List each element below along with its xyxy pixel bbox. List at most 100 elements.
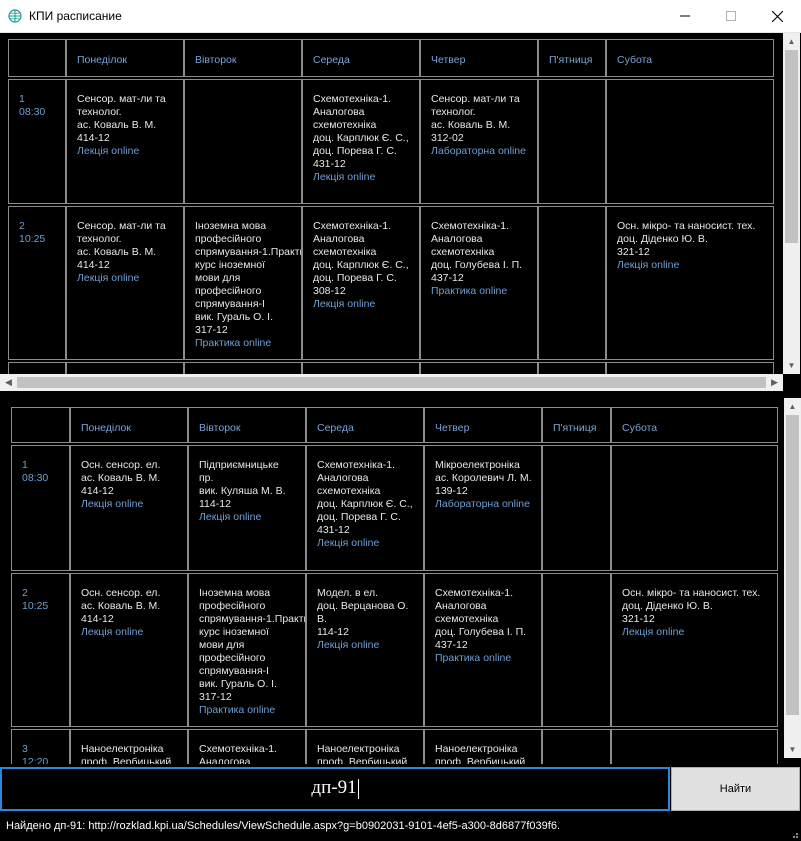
- schedule-cell[interactable]: Мікроелектроніка ас. Королевич Л. М. 139…: [424, 445, 542, 571]
- schedule-cell[interactable]: [538, 206, 606, 360]
- scrollbar-thumb[interactable]: [785, 50, 798, 243]
- corner-header-cell: [8, 39, 66, 77]
- schedule-cell[interactable]: Іноземна мова професійного спрямування-1…: [184, 206, 302, 360]
- lesson-type-link[interactable]: Лекція online: [313, 298, 375, 310]
- schedule-cell[interactable]: Схем: [184, 362, 302, 374]
- lesson-type-link[interactable]: Лекція online: [617, 259, 679, 271]
- schedule-cell[interactable]: [538, 362, 606, 374]
- schedule-cell[interactable]: Схемотехніка-1. Аналогова: [188, 729, 306, 764]
- schedule-cell[interactable]: [611, 729, 778, 764]
- schedule-cell[interactable]: [542, 729, 611, 764]
- lesson-text: Осн. мікро- та наносист. тех. доц. Діден…: [622, 587, 761, 625]
- day-header-cell: Четвер: [424, 407, 542, 443]
- maximize-button[interactable]: [708, 0, 754, 32]
- lesson-text: Сенсор. мат-ли та технолог. ас. Коваль В…: [77, 93, 166, 144]
- lesson-text: Схемотехніка-1. Аналогова схемотехніка д…: [431, 220, 523, 284]
- schedule-cell[interactable]: Схемотехніка-1. Аналогова схемотехніка д…: [420, 206, 538, 360]
- lesson-type-link[interactable]: Практика online: [195, 337, 271, 349]
- schedule-cell[interactable]: Нано: [420, 362, 538, 374]
- status-text: Найдено дп-91: http://rozklad.kpi.ua/Sch…: [6, 820, 560, 832]
- day-header-cell: Вівторок: [188, 407, 306, 443]
- schedule-cell[interactable]: Осн. сенсор. ел. ас. Коваль В. М. 414-12…: [70, 573, 188, 727]
- schedule-cell[interactable]: Підприємницьке пр. вик. Куляша М. В. 114…: [188, 445, 306, 571]
- schedule-cell[interactable]: Схемотехніка-1. Аналогова схемотехніка д…: [302, 79, 420, 204]
- lesson-text: Схемотехніка-1. Аналогова схемотехніка д…: [313, 93, 409, 170]
- day-header-cell: Вівторок: [184, 39, 302, 77]
- schedule-cell[interactable]: [538, 79, 606, 204]
- schedule-cell[interactable]: Осн. сенсор. ел. ас. Коваль В. М. 414-12…: [70, 445, 188, 571]
- schedule-cell[interactable]: Мо: [302, 362, 420, 374]
- day-header-cell: П'ятниця: [538, 39, 606, 77]
- lesson-type-link[interactable]: Лекція online: [313, 171, 375, 183]
- schedule-cell[interactable]: [542, 445, 611, 571]
- globe-icon: [8, 9, 22, 23]
- lesson-type-link[interactable]: Лабораторна online: [431, 145, 526, 157]
- bottom-schedule-panel[interactable]: Понеділок Вівторок Середа Четвер П'ятниця Суб…: [0, 398, 801, 764]
- schedule-cell[interactable]: [606, 79, 774, 204]
- minimize-icon: [680, 15, 690, 17]
- lesson-type-link[interactable]: Лекція online: [199, 511, 261, 523]
- lesson-type-link[interactable]: Лабораторна online: [435, 498, 530, 510]
- schedule-cell[interactable]: Під: [66, 362, 184, 374]
- schedule-cell[interactable]: Наноелектроніка проф. Вербицький: [306, 729, 424, 764]
- top-schedule-panel[interactable]: Понеділок Вівторок Середа Четвер П'ятниця Суб…: [0, 33, 801, 393]
- scroll-down-icon[interactable]: ▼: [783, 357, 800, 374]
- lesson-type-link[interactable]: Лекція online: [81, 498, 143, 510]
- corner-header-cell: [11, 407, 70, 443]
- time-slot-cell: 1 08:30: [11, 445, 70, 571]
- day-header-cell: Субота: [606, 39, 774, 77]
- search-value: дп-91: [311, 777, 357, 798]
- schedule-cell[interactable]: Модел. в ел. доц. Верцанова О. В. 114-12…: [306, 573, 424, 727]
- schedule-cell[interactable]: [611, 445, 778, 571]
- top-horizontal-scrollbar[interactable]: ◀ ▶: [0, 374, 783, 391]
- schedule-cell[interactable]: Схемотехніка-1. Аналогова схемотехніка д…: [424, 573, 542, 727]
- scroll-right-icon[interactable]: ▶: [766, 374, 783, 391]
- lesson-type-link[interactable]: Практика online: [435, 652, 511, 664]
- lesson-type-link[interactable]: Лекція online: [81, 626, 143, 638]
- lesson-text: Наноелектроніка проф. Вербицький: [435, 743, 526, 764]
- minimize-button[interactable]: [662, 0, 708, 32]
- schedule-cell[interactable]: [542, 573, 611, 727]
- bottom-vertical-scrollbar[interactable]: ▲ ▼: [784, 398, 801, 758]
- schedule-cell[interactable]: Наноелектроніка проф. Вербицький: [70, 729, 188, 764]
- top-vertical-scrollbar[interactable]: ▲ ▼: [783, 33, 800, 374]
- schedule-cell[interactable]: Схемотехніка-1. Аналогова схемотехніка д…: [306, 445, 424, 571]
- schedule-cell[interactable]: [184, 79, 302, 204]
- lesson-type-link[interactable]: Практика online: [431, 285, 507, 297]
- lesson-type-link[interactable]: Лекція online: [317, 537, 379, 549]
- lesson-type-link[interactable]: Лекція online: [77, 272, 139, 284]
- day-header-cell: Середа: [306, 407, 424, 443]
- resize-grip-icon[interactable]: [789, 829, 799, 839]
- lesson-type-link[interactable]: Лекція online: [622, 626, 684, 638]
- lesson-text: Схемотехніка-1. Аналогова схемотехніка д…: [317, 459, 413, 536]
- scroll-up-icon[interactable]: ▲: [784, 398, 801, 415]
- schedule-cell[interactable]: Наноелектроніка проф. Вербицький: [424, 729, 542, 764]
- schedule-cell[interactable]: Схемотехніка-1. Аналогова схемотехніка д…: [302, 206, 420, 360]
- schedule-cell[interactable]: Осн. мікро- та наносист. тех. доц. Діден…: [611, 573, 778, 727]
- lesson-text: Схемотехніка-1. Аналогова схемотехніка д…: [313, 220, 409, 297]
- lesson-type-link[interactable]: Практика online: [199, 704, 275, 716]
- day-header-cell: П'ятниця: [542, 407, 611, 443]
- lesson-text: Іноземна мова професійного спрямування-1…: [199, 587, 305, 703]
- scroll-up-icon[interactable]: ▲: [783, 33, 800, 50]
- day-header-cell: Понеділок: [70, 407, 188, 443]
- scrollbar-thumb[interactable]: [786, 415, 799, 715]
- scrollbar-thumb[interactable]: [17, 377, 766, 388]
- scroll-left-icon[interactable]: ◀: [0, 374, 17, 391]
- find-button[interactable]: Найти: [671, 767, 800, 811]
- schedule-cell[interactable]: Сенсор. мат-ли та технолог. ас. Коваль В…: [66, 79, 184, 204]
- lesson-type-link[interactable]: Лекція online: [317, 639, 379, 651]
- schedule-cell[interactable]: Сенсор. мат-ли та технолог. ас. Коваль В…: [420, 79, 538, 204]
- close-button[interactable]: [754, 0, 800, 32]
- lesson-type-link[interactable]: Лекція online: [77, 145, 139, 157]
- schedule-cell[interactable]: [606, 362, 774, 374]
- search-input[interactable]: дп-91: [0, 767, 670, 811]
- lesson-text: Схемотехніка-1. Аналогова схемотехніка д…: [435, 587, 527, 651]
- schedule-cell[interactable]: Осн. мікро- та наносист. тех. доц. Діден…: [606, 206, 774, 360]
- scroll-down-icon[interactable]: ▼: [784, 741, 801, 758]
- day-header-cell: Понеділок: [66, 39, 184, 77]
- schedule-cell[interactable]: Іноземна мова професійного спрямування-1…: [188, 573, 306, 727]
- lesson-text: Осн. сенсор. ел. ас. Коваль В. М. 414-12: [81, 587, 161, 625]
- schedule-cell[interactable]: Сенсор. мат-ли та технолог. ас. Коваль В…: [66, 206, 184, 360]
- close-icon: [771, 10, 783, 22]
